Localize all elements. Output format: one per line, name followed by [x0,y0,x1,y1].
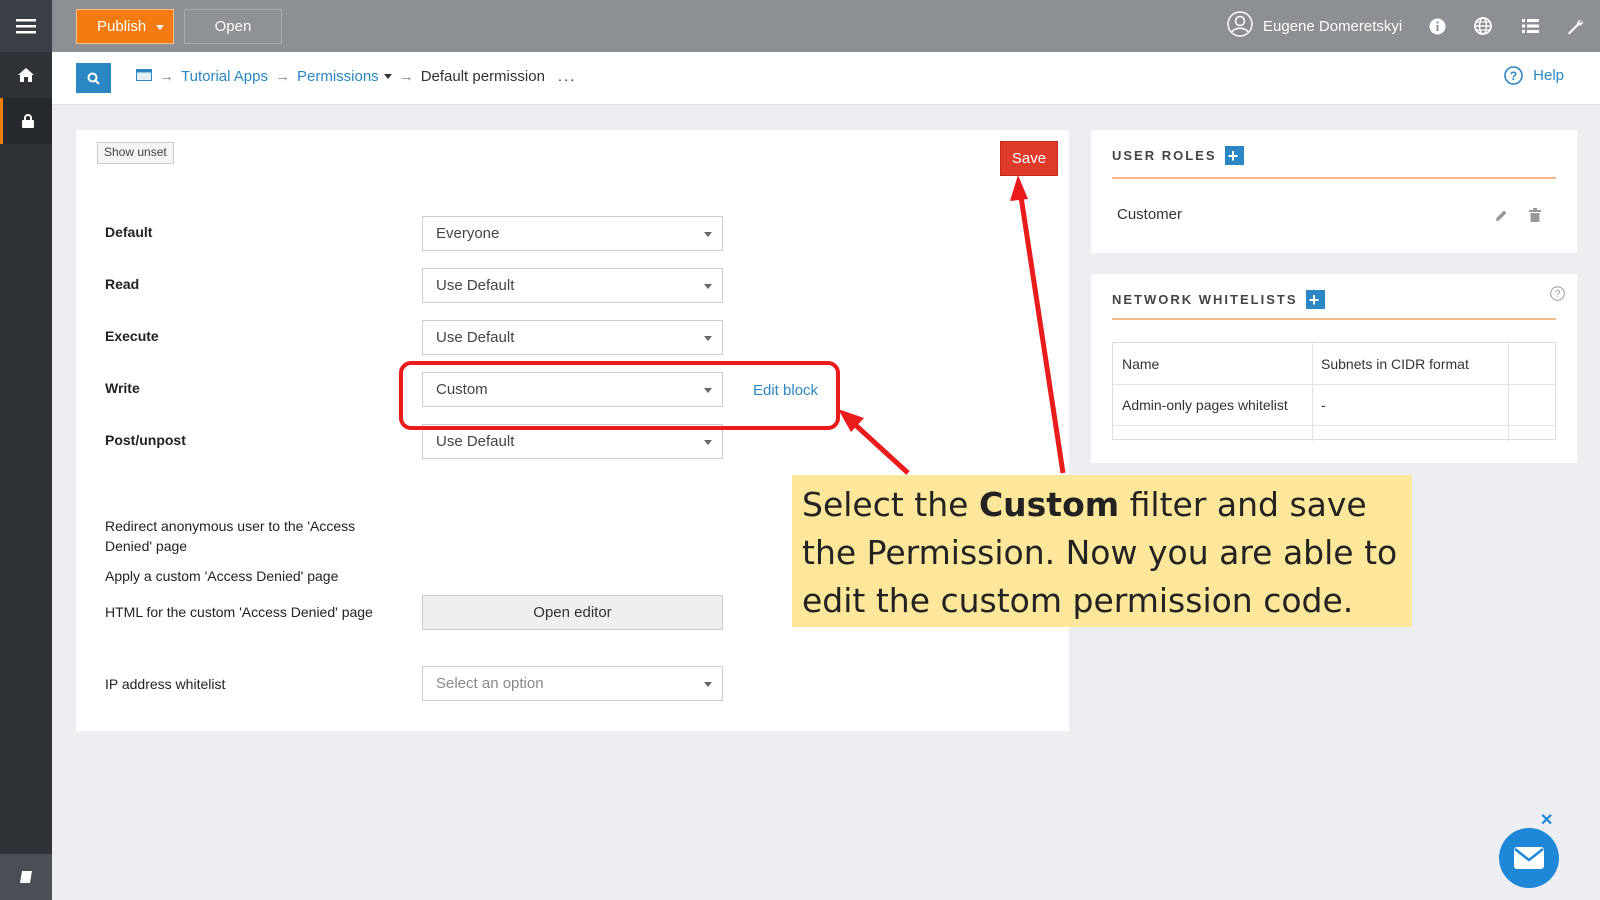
breadcrumb-bar: → Tutorial Apps → Permissions → Default … [52,52,1600,105]
ip-whitelist-placeholder: Select an option [436,675,544,692]
home-icon[interactable] [0,52,52,98]
chat-button[interactable] [1499,828,1559,888]
whitelists-table: Name Subnets in CIDR format Admin-only p… [1112,342,1556,441]
trash-icon[interactable] [1526,206,1544,224]
breadcrumb-current: Default permission [420,68,545,85]
chevron-down-icon[interactable] [156,25,164,30]
callout-text-1: Select the [802,485,979,524]
column-header-name[interactable]: Name [1122,356,1159,372]
permission-form: Show unset Save Default Everyone Read Us… [76,130,1069,731]
svg-text:?: ? [1555,289,1561,300]
callout-bold: Custom [978,485,1120,524]
breadcrumb-tutorial-apps[interactable]: Tutorial Apps [181,68,268,85]
save-button[interactable]: Save [1000,141,1058,176]
ip-whitelist-select[interactable]: Select an option [422,666,723,701]
divider [1112,318,1556,320]
help-icon[interactable]: ? [1550,286,1565,304]
user-roles-heading: USER ROLES [1112,148,1217,163]
column-divider [1312,343,1313,441]
open-editor-button[interactable]: Open editor [422,595,723,630]
user-avatar-icon [1227,11,1253,41]
book-icon[interactable] [0,854,52,900]
chevron-down-icon [704,440,712,445]
help-icon: ? [1504,66,1523,85]
user-name: Eugene Domeretskyi [1263,17,1403,35]
post-unpost-select-value: Use Default [436,433,515,450]
execute-select[interactable]: Use Default [422,320,723,355]
whitelist-name-cell[interactable]: Admin-only pages whitelist [1122,397,1288,413]
user-roles-title: USER ROLES + [1112,146,1244,165]
post-unpost-label: Post/unpost [105,432,186,448]
globe-icon[interactable] [1472,15,1494,37]
network-whitelists-heading: NETWORK WHITELISTS [1112,292,1298,307]
help-label: Help [1533,67,1564,84]
user-menu[interactable]: Eugene Domeretskyi [1227,11,1403,41]
execute-select-value: Use Default [436,329,515,346]
app-list-icon[interactable] [136,68,152,85]
column-divider [1508,343,1509,441]
apply-custom-label: Apply a custom 'Access Denied' page [105,568,339,584]
annotation-highlight-box [399,361,840,430]
show-unset-button[interactable]: Show unset [97,142,174,164]
add-whitelist-button[interactable]: + [1305,290,1325,309]
left-sidebar [0,0,52,900]
arrow-right-icon: → [159,68,174,85]
publish-label: Publish [97,18,147,35]
add-role-button[interactable]: + [1224,146,1244,165]
role-customer[interactable]: Customer [1117,206,1182,223]
chevron-down-icon [704,232,712,237]
ip-whitelist-label: IP address whitelist [105,676,226,692]
svg-text:?: ? [1510,69,1517,83]
divider [1112,177,1556,179]
row-divider [1113,384,1555,385]
list-icon[interactable] [1519,15,1541,37]
search-icon [87,72,100,85]
chevron-down-icon [704,682,712,687]
default-select-value: Everyone [436,225,500,242]
html-label: HTML for the custom 'Access Denied' page [105,604,373,620]
default-label: Default [105,224,153,240]
chevron-down-icon [704,284,712,289]
read-select-value: Use Default [436,277,515,294]
close-icon[interactable]: ✕ [1540,810,1553,830]
redirect-label: Redirect anonymous user to the 'Access D… [105,518,356,554]
default-select[interactable]: Everyone [422,216,723,251]
network-whitelists-title: NETWORK WHITELISTS + [1112,290,1325,309]
whitelist-subnets-cell: - [1321,397,1326,413]
pencil-icon[interactable] [1492,206,1510,224]
lock-icon[interactable] [0,98,52,144]
read-select[interactable]: Use Default [422,268,723,303]
breadcrumb-permissions[interactable]: Permissions [297,68,379,85]
info-icon[interactable] [1426,15,1448,37]
column-header-subnets[interactable]: Subnets in CIDR format [1321,356,1469,372]
wrench-icon[interactable] [1564,15,1586,37]
search-button[interactable] [76,63,111,93]
row-divider [1113,425,1555,426]
arrow-right-icon: → [275,68,290,85]
network-whitelists-panel: NETWORK WHITELISTS + ? Name Subnets in C… [1091,274,1577,463]
user-roles-panel: USER ROLES + Customer [1091,130,1577,253]
top-toolbar: Publish Open Eugene Domeretskyi [52,0,1600,52]
breadcrumb: → Tutorial Apps → Permissions → Default … [136,68,576,85]
menu-icon[interactable] [0,0,52,52]
open-button[interactable]: Open [184,9,282,44]
instruction-callout: Select the Custom filter and save the Pe… [792,475,1412,627]
publish-button[interactable]: Publish [76,9,174,44]
envelope-icon [1514,847,1544,869]
read-label: Read [105,276,140,292]
write-label: Write [105,380,140,396]
arrow-right-icon: → [398,68,414,85]
chevron-down-icon[interactable] [383,74,392,79]
breadcrumb-more[interactable]: ... [558,68,577,85]
chevron-down-icon [704,336,712,341]
help-link[interactable]: ? Help [1504,66,1564,85]
execute-label: Execute [105,328,159,344]
